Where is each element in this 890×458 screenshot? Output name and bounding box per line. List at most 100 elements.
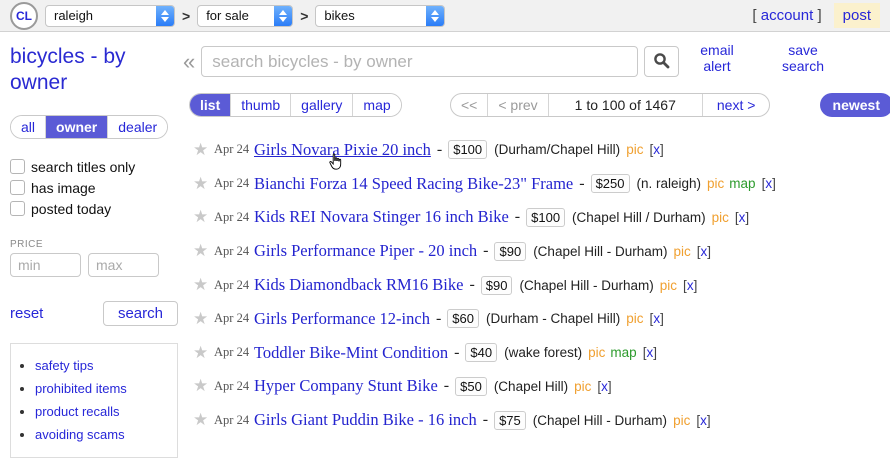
tab-all[interactable]: all: [11, 116, 46, 138]
bracket: ]: [817, 7, 821, 24]
bracket: ]: [707, 413, 711, 428]
filter-posted-today[interactable]: posted today: [10, 201, 178, 217]
listing-date: Apr 24: [214, 379, 251, 394]
reset-link[interactable]: reset: [10, 305, 43, 322]
save-search-link[interactable]: save search: [768, 42, 838, 74]
help-link[interactable]: prohibited items: [35, 381, 127, 396]
star-favorite-icon[interactable]: ★: [193, 174, 210, 194]
pagination-next-button[interactable]: next >: [703, 94, 770, 116]
checkbox[interactable]: [10, 180, 25, 195]
pagination-first-button[interactable]: <<: [451, 94, 488, 116]
pagination-prev-button[interactable]: < prev: [488, 94, 548, 116]
star-favorite-icon[interactable]: ★: [193, 343, 210, 363]
help-link[interactable]: safety tips: [35, 358, 94, 373]
help-link-item: prohibited items: [35, 380, 173, 398]
listing-date: Apr 24: [214, 142, 251, 157]
hide-listing-link[interactable]: x: [700, 413, 707, 428]
help-link[interactable]: product recalls: [35, 404, 120, 419]
star-favorite-icon[interactable]: ★: [193, 140, 210, 160]
account-link[interactable]: account: [761, 7, 814, 24]
pagination: << < prev 1 to 100 of 1467 next >: [450, 93, 770, 117]
pic-link[interactable]: pic: [673, 413, 690, 428]
collapse-sidebar-icon[interactable]: «: [183, 51, 195, 73]
listing-row: ★ Apr 24 Hyper Company Stunt Bike - $50 …: [193, 370, 890, 404]
listing-title-link[interactable]: Girls Performance Piper - 20 inch: [254, 241, 477, 261]
star-favorite-icon[interactable]: ★: [193, 376, 210, 396]
listing-title-link[interactable]: Toddler Bike-Mint Condition: [254, 343, 448, 363]
pic-link[interactable]: pic: [588, 345, 605, 360]
sidebar-search-button[interactable]: search: [103, 301, 178, 326]
listing-location: (Chapel Hill / Durham): [572, 210, 706, 225]
star-favorite-icon[interactable]: ★: [193, 275, 210, 295]
bracket: ]: [707, 244, 711, 259]
title-price-separator: -: [444, 377, 449, 395]
view-tab-map[interactable]: map: [353, 94, 400, 116]
help-link[interactable]: avoiding scams: [35, 427, 125, 442]
select-stepper-icon: [426, 6, 444, 26]
hide-listing-link[interactable]: x: [601, 379, 608, 394]
map-link[interactable]: map: [729, 176, 755, 191]
listing-title-link[interactable]: Kids Diamondback RM16 Bike: [254, 275, 463, 295]
view-tab-list[interactable]: list: [190, 94, 231, 116]
sort-newest-button[interactable]: newest: [820, 93, 890, 117]
listing-title-link[interactable]: Bianchi Forza 14 Speed Racing Bike-23" F…: [254, 174, 573, 194]
price-min-input[interactable]: [10, 253, 81, 277]
star-favorite-icon[interactable]: ★: [193, 410, 210, 430]
hide-listing-link[interactable]: x: [687, 278, 694, 293]
help-link-item: avoiding scams: [35, 426, 173, 444]
listing-title-link[interactable]: Kids REI Novara Stinger 16 inch Bike: [254, 207, 509, 227]
select-value: bikes: [324, 8, 354, 23]
help-links-box: safety tips prohibited items product recal…: [10, 343, 178, 458]
pic-link[interactable]: pic: [707, 176, 724, 191]
hide-listing-link[interactable]: x: [653, 142, 660, 157]
pic-link[interactable]: pic: [626, 311, 643, 326]
price-badge: $75: [494, 411, 526, 430]
breadcrumb-select[interactable]: raleigh: [45, 5, 175, 27]
listing-location: (Chapel Hill - Durham): [533, 244, 667, 259]
listing-title-link[interactable]: Hyper Company Stunt Bike: [254, 376, 438, 396]
listing-title-link[interactable]: Girls Novara Pixie 20 inch: [254, 140, 431, 160]
select-value: raleigh: [54, 8, 93, 23]
listings-list: ★ Apr 24 Girls Novara Pixie 20 inch - $1…: [193, 133, 890, 437]
view-tab-thumb[interactable]: thumb: [231, 94, 291, 116]
star-favorite-icon[interactable]: ★: [193, 207, 210, 227]
filter-has-image[interactable]: has image: [10, 180, 178, 196]
pic-link[interactable]: pic: [626, 142, 643, 157]
account-link-wrap: [ account ]: [752, 7, 821, 24]
star-favorite-icon[interactable]: ★: [193, 309, 210, 329]
filter-search-titles-only[interactable]: search titles only: [10, 159, 178, 175]
star-favorite-icon[interactable]: ★: [193, 241, 210, 261]
listing-row: ★ Apr 24 Girls Performance Piper - 20 in…: [193, 234, 890, 268]
hide-listing-control: [x]: [649, 142, 663, 157]
filter-checkboxes: search titles only has image posted today: [10, 159, 178, 217]
bracket: [: [752, 7, 756, 24]
tab-dealer[interactable]: dealer: [108, 116, 167, 138]
email-alert-link[interactable]: email alert: [687, 42, 747, 74]
filter-label: search titles only: [31, 159, 135, 175]
search-submit-button[interactable]: [644, 46, 679, 77]
sidebar: bicycles - by owner allownerdealer searc…: [10, 42, 178, 458]
price-max-input[interactable]: [88, 253, 159, 277]
breadcrumb-select[interactable]: bikes: [315, 5, 445, 27]
pic-link[interactable]: pic: [673, 244, 690, 259]
listing-title-link[interactable]: Girls Performance 12-inch: [254, 309, 430, 329]
search-input[interactable]: [201, 46, 638, 77]
checkbox[interactable]: [10, 159, 25, 174]
listing-title-link[interactable]: Girls Giant Puddin Bike - 16 inch: [254, 410, 477, 430]
breadcrumb-select[interactable]: for sale: [197, 5, 293, 27]
pic-link[interactable]: pic: [660, 278, 677, 293]
post-button[interactable]: post: [834, 3, 880, 28]
checkbox[interactable]: [10, 201, 25, 216]
main-content: « email alert save search listthumbgalle…: [183, 40, 890, 447]
hide-listing-control: [x]: [650, 311, 664, 326]
page-title: bicycles - by owner: [10, 44, 178, 97]
breadcrumb: raleigh>for sale>bikes: [45, 5, 445, 27]
breadcrumb-separator: >: [300, 8, 308, 24]
tab-owner[interactable]: owner: [46, 116, 108, 138]
pic-link[interactable]: pic: [712, 210, 729, 225]
price-badge: $40: [465, 343, 497, 362]
cl-logo[interactable]: CL: [10, 2, 38, 30]
pic-link[interactable]: pic: [574, 379, 591, 394]
view-tab-gallery[interactable]: gallery: [291, 94, 353, 116]
map-link[interactable]: map: [610, 345, 636, 360]
